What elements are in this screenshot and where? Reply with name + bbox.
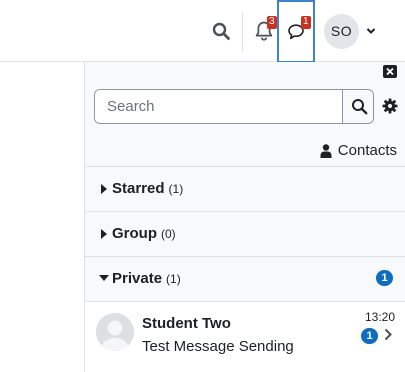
contacts-link[interactable]: Contacts (320, 142, 397, 159)
close-drawer-button[interactable] (383, 65, 397, 78)
section-count: (1) (166, 272, 181, 286)
search-submit-button[interactable] (342, 90, 373, 123)
conversation-time: 13:20 (364, 310, 395, 324)
caret-down-icon[interactable] (366, 26, 376, 36)
triangle-right-icon (101, 229, 107, 239)
section-title: Private (1) (112, 270, 181, 287)
search-icon (352, 99, 368, 115)
message-search-input[interactable] (95, 90, 342, 123)
triangle-down-icon (99, 275, 109, 281)
section-title: Group (0) (112, 225, 176, 242)
chevron-right-icon (384, 328, 392, 341)
close-icon (386, 67, 394, 76)
section-group[interactable]: Group (0) (85, 211, 405, 256)
contacts-label: Contacts (337, 142, 397, 159)
top-navbar: 3 1 SO (0, 0, 405, 63)
notifications-count-badge: 3 (267, 16, 277, 29)
private-unread-badge: 1 (376, 270, 393, 286)
section-private[interactable]: Private (1) 1 (85, 256, 405, 301)
conversation-name: Student Two (142, 315, 231, 332)
contact-avatar (96, 313, 134, 351)
conversation-item[interactable]: Student Two Test Message Sending 13:20 1 (85, 301, 405, 372)
conversation-last-message: Test Message Sending (142, 338, 294, 355)
gear-icon[interactable] (382, 98, 398, 114)
user-avatar[interactable]: SO (324, 14, 359, 49)
messages-count-badge: 1 (301, 16, 311, 29)
message-search-group (94, 89, 374, 124)
search-icon[interactable] (212, 22, 230, 40)
section-starred[interactable]: Starred (1) (85, 166, 405, 211)
message-drawer: Contacts Starred(1) Group(0) Private(1) … (84, 62, 405, 372)
default-user-icon (96, 313, 134, 351)
section-title: Starred (1) (112, 180, 184, 197)
triangle-right-icon (101, 184, 107, 194)
user-icon (320, 143, 332, 158)
section-count: (0) (161, 227, 176, 241)
section-count: (1) (168, 182, 184, 196)
messages-drawer-toggle[interactable]: 1 (277, 0, 315, 63)
conversation-unread-badge: 1 (361, 328, 378, 344)
navbar-divider (242, 12, 243, 52)
